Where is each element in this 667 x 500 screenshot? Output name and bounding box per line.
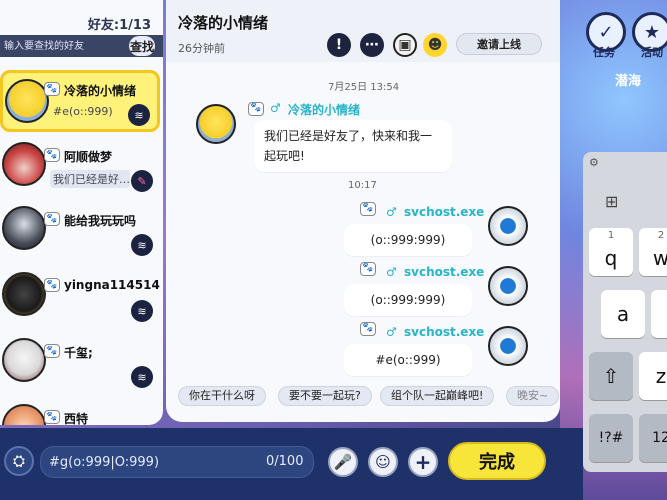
message-bubble: 我们已经是好友了，快来和我一起玩吧!: [254, 120, 452, 172]
tools-icon: ✎: [131, 170, 153, 192]
quick-reply-button[interactable]: 要不要一起玩?: [278, 386, 372, 406]
microphone-icon[interactable]: 🎤: [328, 447, 358, 477]
avatar[interactable]: [488, 266, 528, 306]
character-counter: 0/100: [266, 454, 304, 469]
friend-item[interactable]: 🐾 阿顺做梦 我们已经是好… ✎: [0, 136, 163, 198]
message-sender: svchost.exe: [404, 325, 485, 339]
avatar[interactable]: [488, 326, 528, 366]
map-label: 潜海: [615, 74, 642, 89]
symbols-key[interactable]: !?#: [589, 414, 633, 462]
more-icon[interactable]: ⋯: [360, 33, 384, 57]
message-sender: 冷落的小情绪: [288, 103, 361, 117]
pet-icon: 🐾: [44, 344, 60, 358]
friend-item[interactable]: 🐾 冷落的小情绪 #e(o::999) ≋: [0, 70, 160, 132]
message-sender: svchost.exe: [404, 265, 485, 279]
pet-icon: 🐾: [248, 102, 264, 116]
friend-name: 能给我玩玩吗: [64, 214, 137, 228]
friend-item[interactable]: 🐾 西特: [0, 398, 163, 425]
wifi-icon: ≋: [131, 366, 153, 388]
settings-icon[interactable]: ⚙: [589, 156, 603, 170]
avatar[interactable]: [196, 104, 236, 144]
wifi-icon: ≋: [131, 234, 153, 256]
wifi-icon: ≋: [131, 300, 153, 322]
friends-count: 好友:1/13: [87, 18, 151, 33]
quick-reply-button[interactable]: 晚安~: [506, 386, 560, 406]
message-sender: svchost.exe: [404, 205, 485, 219]
message-timestamp: 10:17: [348, 180, 377, 191]
task-label: 任务: [593, 46, 615, 59]
activity-label: 活动: [641, 46, 663, 59]
chat-title: 冷落的小情绪: [178, 14, 269, 32]
avatar[interactable]: [488, 206, 528, 246]
message-timestamp: 7月25日 13:54: [328, 82, 400, 93]
friend-search-input[interactable]: [0, 35, 129, 57]
gift-icon[interactable]: ▣: [393, 33, 417, 57]
numbers-key[interactable]: 12: [639, 414, 667, 462]
friend-name: 千玺;: [64, 346, 93, 360]
message-gender-icon: ♂: [386, 205, 397, 219]
keyboard-key[interactable]: 1q: [589, 228, 633, 276]
pet-icon: 🐾: [44, 148, 60, 162]
chat-panel: 冷落的小情绪 26分钟前 ! ⋯ ▣ ☻ 邀请上线 7月25日 13:54 🐾 …: [166, 0, 560, 422]
sticker-icon[interactable]: ☺: [368, 447, 398, 477]
wifi-icon: ≋: [128, 104, 150, 126]
quick-reply-button[interactable]: 你在干什么呀: [178, 386, 266, 406]
pet-icon: 🐾: [360, 262, 376, 276]
pet-icon: 🐾: [360, 322, 376, 336]
add-icon[interactable]: +: [408, 447, 438, 477]
keyboard-key[interactable]: 2w: [639, 228, 667, 276]
message-gender-icon: ♂: [270, 101, 281, 115]
message-bubble: (o::999:999): [344, 224, 472, 256]
avatar: [2, 404, 46, 425]
friend-search-row: 查找: [0, 35, 163, 57]
friend-last-message: #e(o::999): [53, 105, 113, 118]
quick-reply-button[interactable]: 组个队一起巅峰吧!: [380, 386, 495, 406]
last-online: 26分钟前: [178, 42, 225, 55]
friend-search-button[interactable]: 查找: [129, 36, 155, 56]
pet-icon: 🐾: [44, 278, 60, 292]
friend-item[interactable]: 🐾 能给我玩玩吗 ≋: [0, 200, 163, 262]
emoji-icon[interactable]: ☻: [423, 33, 447, 57]
voice-translate-icon[interactable]: ⛭: [4, 446, 34, 476]
pet-icon: 🐾: [44, 82, 60, 96]
done-button[interactable]: 完成: [448, 442, 546, 480]
keyboard-key[interactable]: s: [651, 290, 667, 338]
pet-icon: 🐾: [360, 202, 376, 216]
friend-name: 阿顺做梦: [64, 150, 113, 164]
avatar: [2, 338, 46, 382]
keyboard-key[interactable]: z: [639, 352, 667, 400]
invite-online-button[interactable]: 邀请上线: [456, 33, 542, 55]
pet-icon: 🐾: [44, 212, 60, 226]
friend-item[interactable]: 🐾 yingna114514 ≋: [0, 266, 163, 328]
message-bubble: (o::999:999): [344, 284, 472, 316]
quick-replies: 你在干什么呀 要不要一起玩? 组个队一起巅峰吧! 晚安~: [176, 386, 560, 408]
on-screen-keyboard: ⚙ ⊞ 1q 2w a s ⇧ z !?# 12: [583, 152, 667, 472]
message-gender-icon: ♂: [386, 265, 397, 279]
friends-panel: 好友:1/13 查找 🐾 冷落的小情绪 #e(o::999) ≋ 🐾 阿顺做梦 …: [0, 0, 163, 425]
apps-grid-icon[interactable]: ⊞: [605, 192, 618, 211]
alert-icon[interactable]: !: [327, 33, 351, 57]
message-gender-icon: ♂: [386, 325, 397, 339]
friend-item[interactable]: 🐾 千玺; ≋: [0, 332, 163, 394]
friend-name: yingna114514: [64, 278, 160, 292]
friend-name: 西特: [64, 412, 89, 425]
avatar: [2, 206, 46, 250]
friend-last-message: 我们已经是好…: [50, 170, 130, 188]
keyboard-key[interactable]: a: [601, 290, 645, 338]
avatar: [2, 142, 46, 186]
avatar: [5, 79, 49, 123]
friend-name: 冷落的小情绪: [64, 84, 137, 98]
message-bubble: #e(o::999): [344, 344, 472, 376]
chat-header: 冷落的小情绪 26分钟前 ! ⋯ ▣ ☻ 邀请上线: [166, 0, 560, 62]
shift-key[interactable]: ⇧: [589, 352, 633, 400]
pet-icon: 🐾: [44, 410, 60, 424]
avatar: [2, 272, 46, 316]
